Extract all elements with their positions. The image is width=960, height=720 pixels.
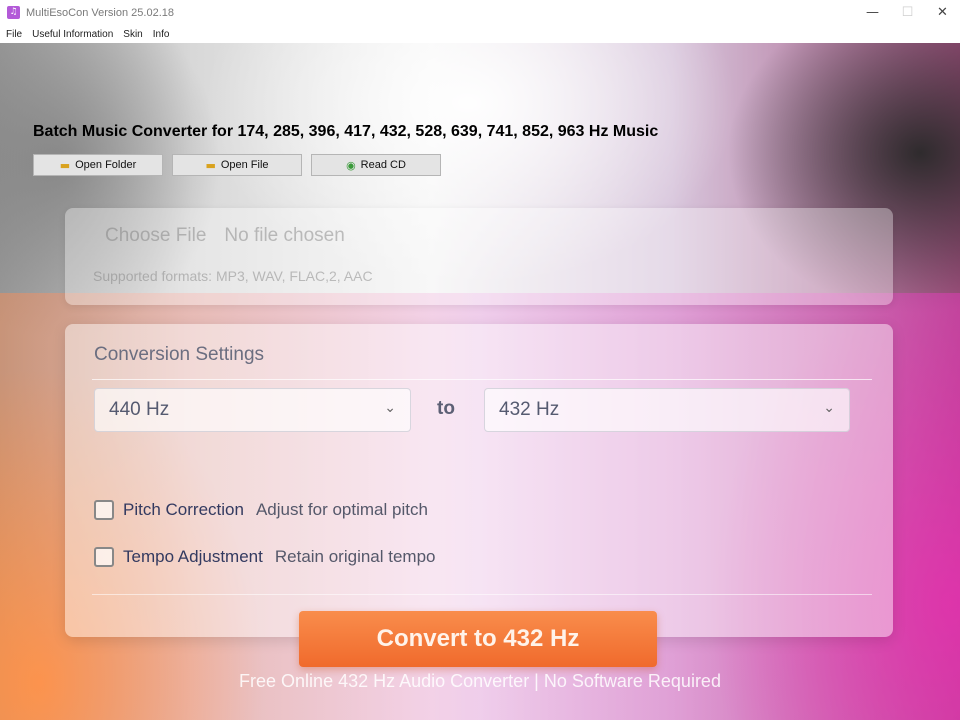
cd-icon: ◉ <box>346 158 356 172</box>
file-panel: Choose File No file chosen Supported for… <box>65 208 893 305</box>
settings-title: Conversion Settings <box>94 344 265 365</box>
chevron-down-icon: ⌄ <box>384 400 396 416</box>
supported-formats: Supported formats: MP3, WAV, FLAC,2, AAC <box>93 268 373 284</box>
target-frequency-select[interactable]: 432 Hz ⌄ <box>484 388 850 432</box>
conversion-settings-panel: Conversion Settings 440 Hz ⌄ to 432 Hz ⌄… <box>65 324 893 667</box>
divider <box>92 379 872 380</box>
menu-bar: File Useful Information Skin Info <box>0 25 960 43</box>
no-file-text: No file chosen <box>224 225 345 246</box>
minimize-icon[interactable]: — <box>855 0 890 25</box>
footer-text: Free Online 432 Hz Audio Converter | No … <box>239 671 721 691</box>
tempo-adjustment-checkbox[interactable] <box>94 547 114 567</box>
maximize-icon[interactable]: ☐ <box>890 0 925 25</box>
pitch-correction-label[interactable]: Pitch Correction <box>123 500 244 520</box>
convert-button[interactable]: Convert to 432 Hz <box>299 611 657 667</box>
source-frequency-value: 440 Hz <box>109 399 170 420</box>
toolbar: ▬ Open Folder ▬ Open File ◉ Read CD <box>33 154 441 176</box>
menu-info[interactable]: Info <box>153 29 170 40</box>
page-title: Batch Music Converter for 174, 285, 396,… <box>33 123 659 140</box>
close-icon[interactable]: ✕ <box>925 0 960 25</box>
app-icon: ♫ <box>7 6 20 19</box>
tempo-adjustment-option: Tempo Adjustment Retain original tempo <box>94 547 436 567</box>
title-bar: ♫ MultiEsoCon Version 25.02.18 — ☐ ✕ <box>0 0 960 25</box>
menu-file[interactable]: File <box>6 29 22 40</box>
to-label: to <box>437 398 455 419</box>
window-title: MultiEsoCon Version 25.02.18 <box>26 6 174 19</box>
menu-useful-information[interactable]: Useful Information <box>32 29 113 40</box>
pitch-correction-option: Pitch Correction Adjust for optimal pitc… <box>94 500 428 520</box>
open-file-label: Open File <box>220 159 269 171</box>
pitch-correction-checkbox[interactable] <box>94 500 114 520</box>
choose-file-button[interactable]: Choose File <box>105 225 206 247</box>
read-cd-label: Read CD <box>360 159 406 171</box>
window-controls: — ☐ ✕ <box>855 0 960 25</box>
main-area: Batch Music Converter for 174, 285, 396,… <box>0 43 960 720</box>
target-frequency-value: 432 Hz <box>499 399 560 420</box>
tempo-adjustment-description: Retain original tempo <box>274 547 436 566</box>
open-folder-button[interactable]: ▬ Open Folder <box>33 154 163 176</box>
open-folder-label: Open Folder <box>75 159 137 171</box>
pitch-correction-description: Adjust for optimal pitch <box>255 500 428 519</box>
open-file-button[interactable]: ▬ Open File <box>172 154 302 176</box>
folder-icon: ▬ <box>59 158 71 172</box>
read-cd-button[interactable]: ◉ Read CD <box>311 154 441 176</box>
divider <box>92 594 872 595</box>
file-chooser: Choose File No file chosen <box>105 225 345 247</box>
menu-skin[interactable]: Skin <box>123 29 142 40</box>
tempo-adjustment-label[interactable]: Tempo Adjustment <box>123 547 263 567</box>
chevron-down-icon: ⌄ <box>823 400 835 416</box>
folder-icon: ▬ <box>205 158 216 172</box>
source-frequency-select[interactable]: 440 Hz ⌄ <box>94 388 411 432</box>
